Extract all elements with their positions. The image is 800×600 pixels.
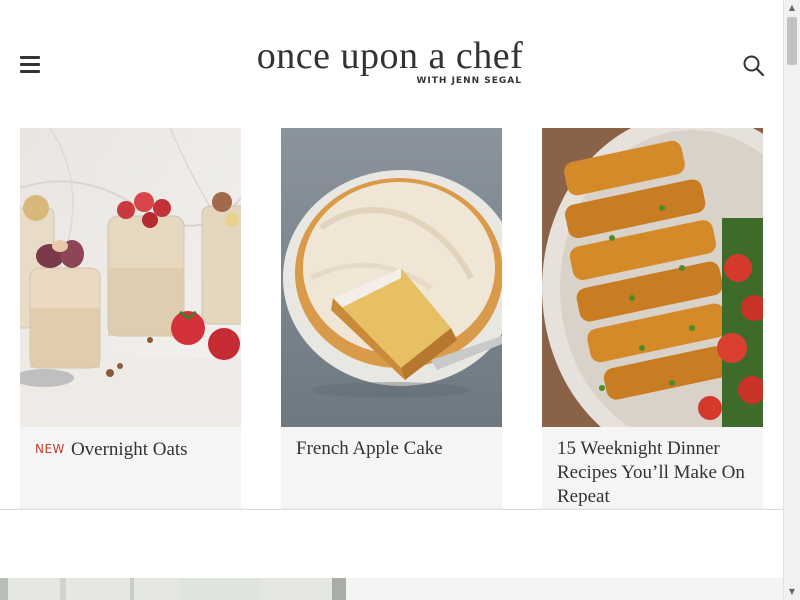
recipe-title[interactable]: NEW Overnight Oats	[35, 437, 230, 462]
vertical-scrollbar[interactable]: ▲ ▼	[783, 0, 800, 600]
new-badge: NEW	[35, 442, 65, 456]
recipe-title[interactable]: 15 Weeknight Dinner Recipes You’ll Make …	[557, 437, 752, 509]
chicken-cutlet-salad-photo[interactable]	[542, 128, 763, 427]
menu-bar	[20, 63, 40, 66]
page: once upon a chef WITH JENN SEGAL NEW Ove…	[0, 0, 783, 600]
recipe-title-text: 15 Weeknight Dinner Recipes You’ll Make …	[557, 438, 745, 507]
scrollbar-thumb[interactable]	[787, 17, 797, 65]
section-photo-peek	[0, 578, 783, 600]
french-apple-cake-photo[interactable]	[281, 128, 502, 427]
menu-bar	[20, 56, 40, 59]
hamburger-menu-icon[interactable]	[20, 56, 40, 74]
recipe-title-text: Overnight Oats	[70, 439, 188, 460]
logo-title: once upon a chef	[256, 35, 524, 77]
recipe-card[interactable]: 15 Weeknight Dinner Recipes You’ll Make …	[542, 128, 763, 510]
site-logo[interactable]: once upon a chef WITH JENN SEGAL	[250, 34, 530, 94]
recipe-card[interactable]: French Apple Cake	[281, 128, 502, 510]
recipe-title[interactable]: French Apple Cake	[296, 437, 491, 461]
sticky-ad-band	[0, 509, 783, 580]
scroll-up-arrow-icon[interactable]: ▲	[784, 0, 800, 16]
overnight-oats-jars-photo[interactable]	[20, 128, 241, 427]
recipe-title-text: French Apple Cake	[296, 438, 443, 459]
recipe-card[interactable]: NEW Overnight Oats	[20, 128, 241, 510]
menu-bar	[20, 70, 40, 73]
search-icon[interactable]	[742, 54, 766, 78]
scroll-down-arrow-icon[interactable]: ▼	[784, 584, 800, 600]
